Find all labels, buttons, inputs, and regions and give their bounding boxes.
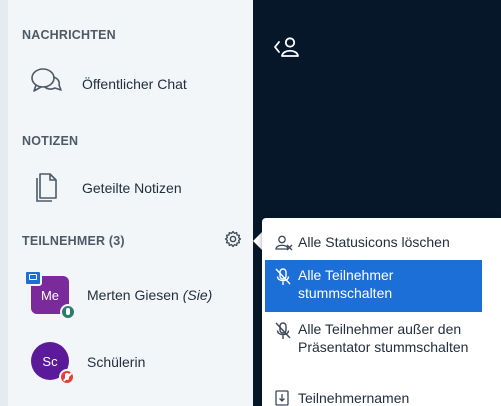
menu-item-save-names[interactable]: Teilnehmernamen bbox=[265, 384, 482, 406]
notes-icon bbox=[36, 173, 57, 202]
menu-item-clear-status[interactable]: Alle Statusicons löschen bbox=[265, 226, 482, 260]
messages-section-title: NACHRICHTEN bbox=[22, 28, 116, 42]
avatar-initials: Me bbox=[40, 287, 60, 303]
presenter-icon bbox=[24, 270, 42, 286]
menu-item-mute-all[interactable]: Alle Teilnehmer stummschalten bbox=[265, 260, 482, 312]
user-name[interactable]: Merten Giesen (Sie) bbox=[87, 287, 212, 303]
clear-status-icon bbox=[275, 235, 293, 251]
public-chat-item[interactable]: Öffentlicher Chat bbox=[82, 76, 187, 92]
participants-section-title: TEILNEHMER (3) bbox=[22, 234, 125, 248]
menu-caret bbox=[253, 232, 262, 250]
muted-microphone-icon bbox=[59, 369, 75, 385]
self-indicator: (Sie) bbox=[182, 287, 213, 303]
sidebar-edge bbox=[0, 0, 8, 406]
menu-item-label: Alle Teilnehmer stummschalten bbox=[298, 267, 394, 301]
avatar-initials: Sc bbox=[42, 353, 58, 369]
gear-icon[interactable] bbox=[224, 230, 242, 248]
user-name[interactable]: Schülerin bbox=[87, 354, 145, 370]
users-toggle-icon[interactable] bbox=[273, 36, 303, 58]
mute-icon bbox=[275, 268, 291, 285]
menu-item-label: Alle Statusicons löschen bbox=[298, 234, 450, 250]
notes-section-title: NOTIZEN bbox=[22, 134, 79, 148]
mute-icon bbox=[275, 322, 291, 339]
download-icon bbox=[275, 390, 289, 406]
menu-item-mute-all-except-presenter[interactable]: Alle Teilnehmer außer den Präsentator st… bbox=[265, 314, 482, 380]
sidebar: NACHRICHTEN Öffentlicher Chat NOTIZEN Ge… bbox=[0, 0, 253, 406]
microphone-icon bbox=[60, 304, 76, 320]
menu-item-label: Alle Teilnehmer außer den Präsentator st… bbox=[298, 321, 469, 355]
participants-options-menu: Alle Statusicons löschen Alle Teilnehmer… bbox=[262, 218, 501, 406]
menu-item-label: Teilnehmernamen bbox=[298, 390, 410, 406]
shared-notes-item[interactable]: Geteilte Notizen bbox=[82, 180, 182, 196]
chat-icon bbox=[31, 68, 62, 92]
